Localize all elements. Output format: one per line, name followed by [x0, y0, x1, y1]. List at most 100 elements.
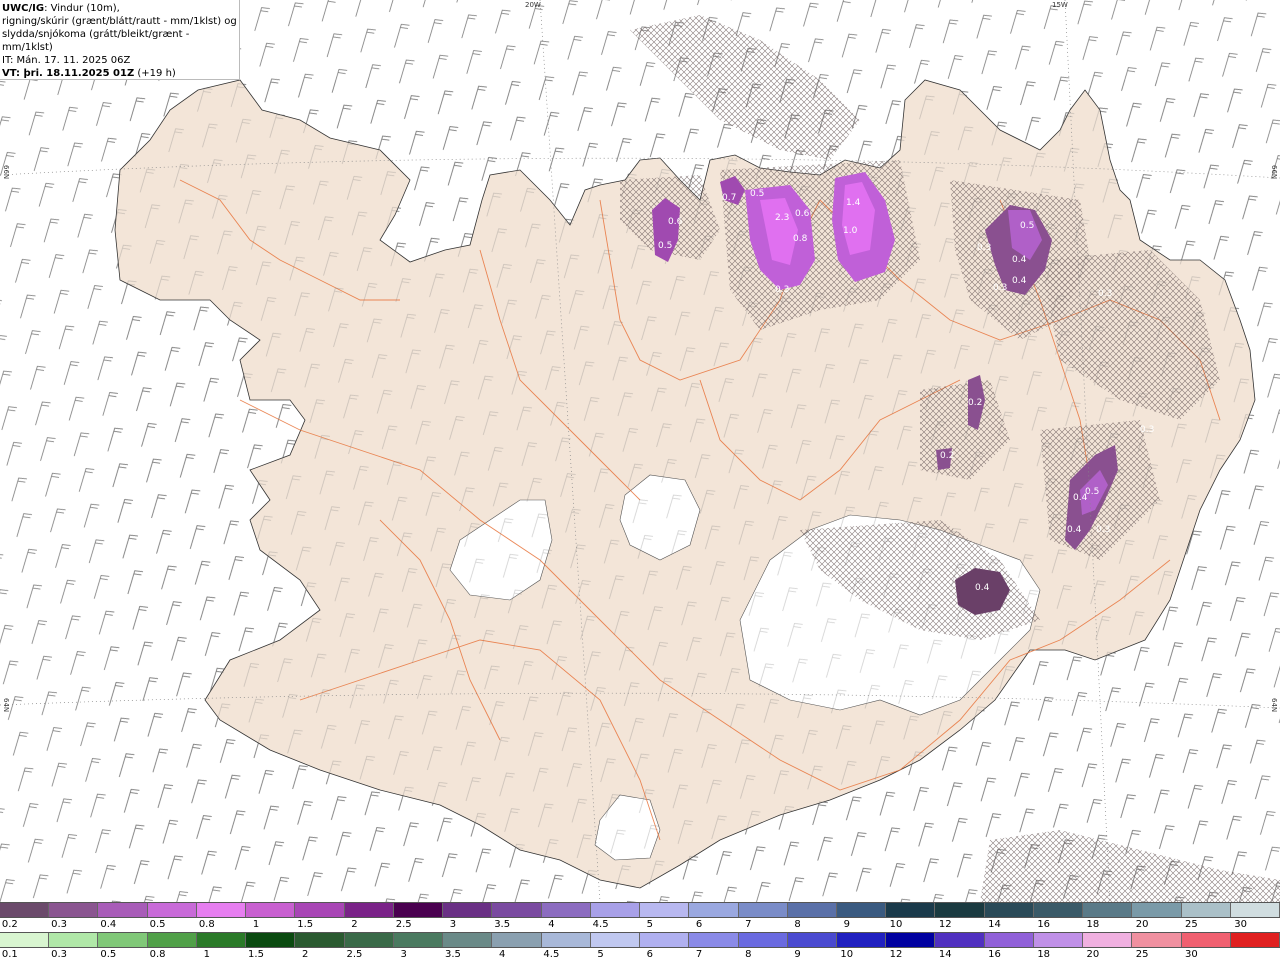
- map-value: 0.6: [795, 209, 810, 219]
- scale-label: 14: [938, 949, 952, 960]
- scale-swatch: [49, 903, 99, 917]
- scale-swatch: [0, 933, 50, 947]
- scale-label: 18: [1086, 919, 1100, 930]
- scale-swatch: [886, 933, 936, 947]
- scale-swatch: [443, 933, 493, 947]
- snow-color-scale: 0.2 0.3 0.4 0.5 0.8 1 1.5 2 2.5 3 3.5 4 4.5 5 6 7 8 9 10 12…: [0, 902, 1280, 932]
- scale-label: 12: [938, 919, 952, 930]
- scale-label: 1: [252, 919, 260, 930]
- scale-label: 0.1: [1, 949, 18, 960]
- scale-label: 12: [889, 949, 903, 960]
- scale-swatch: [344, 933, 394, 947]
- map-value: 0.3: [1096, 525, 1110, 535]
- scale-swatch: [1230, 903, 1280, 917]
- grid-label-64n-right: 64N: [1270, 698, 1278, 713]
- scale-label: 3.5: [494, 919, 511, 930]
- valid-time-prefix: VT:: [2, 68, 24, 79]
- map-value: 0.4: [1012, 255, 1027, 265]
- map-value: 1.4: [846, 198, 861, 208]
- map-value: 0.2: [940, 451, 954, 461]
- scale-swatch: [984, 903, 1034, 917]
- scale-label: 25: [1135, 949, 1149, 960]
- scale-swatch: [1132, 933, 1182, 947]
- scale-label: 16: [1037, 919, 1051, 930]
- scale-swatch: [196, 933, 247, 947]
- scale-swatch: [147, 933, 197, 947]
- scale-swatch: [443, 903, 493, 917]
- scale-label: 5: [646, 919, 654, 930]
- scale-label: 0.5: [100, 949, 117, 960]
- scale-label: 20: [1135, 919, 1149, 930]
- map-value: 0.4: [1067, 525, 1082, 535]
- scale-label: 18: [1037, 949, 1051, 960]
- scale-swatch: [689, 903, 739, 917]
- scale-label: 30: [1185, 949, 1198, 960]
- scale-label: 3.5: [444, 949, 461, 960]
- scale-label: 0.4: [100, 919, 117, 930]
- scale-swatch: [1181, 933, 1231, 947]
- scale-label: 10: [889, 919, 903, 930]
- scale-swatch: [1230, 933, 1280, 947]
- scale-swatch: [295, 903, 345, 917]
- scale-swatch: [689, 933, 739, 947]
- scale-label: 2.5: [346, 949, 363, 960]
- scale-label: 9: [843, 919, 850, 930]
- scale-label: 4: [498, 949, 506, 960]
- scale-swatch: [541, 933, 591, 947]
- scale-swatch: [1083, 903, 1133, 917]
- scale-swatch: [640, 903, 690, 917]
- map-value: 0.5: [1085, 487, 1099, 497]
- map-value: 0.3: [1098, 289, 1112, 299]
- model-name: UWC/IG: [2, 3, 45, 14]
- map-subtitle-snow: slydda/snjókoma (grátt/bleikt/grænt - mm…: [2, 29, 190, 53]
- scale-label: 14: [988, 919, 1001, 930]
- scale-swatch: [1181, 903, 1231, 917]
- scale-label: 2: [351, 919, 358, 930]
- scale-swatch: [836, 933, 887, 947]
- grid-label-20w: 20W: [525, 1, 541, 9]
- map-value: 2.3: [775, 213, 789, 223]
- rain-color-scale: 0.1 0.3 0.5 0.8 1 1.5 2 2.5 3 3.5 4 4.5 5 6 7 8 9 10 12 14 1…: [0, 932, 1280, 962]
- scale-label: 1.5: [248, 949, 264, 960]
- snow-scale-labels: 0.2 0.3 0.4 0.5 0.8 1 1.5 2 2.5 3 3.5 4 4.5 5 6 7 8 9 10 12…: [0, 918, 1280, 932]
- grid-label-66n-left: 66N: [2, 165, 10, 180]
- map-value: 0.2: [968, 398, 982, 408]
- scale-swatch: [590, 903, 641, 917]
- scale-swatch: [1083, 933, 1133, 947]
- scale-label: 25: [1185, 919, 1198, 930]
- scale-swatch: [49, 933, 99, 947]
- scale-swatch: [393, 903, 444, 917]
- grid-label-15w: 15W: [1052, 1, 1068, 9]
- map-title: : Vindur (10m),: [44, 3, 120, 14]
- scale-label: 0.8: [149, 949, 166, 960]
- scale-label: 3: [449, 919, 457, 930]
- scale-label: 30: [1234, 919, 1247, 930]
- scale-label: 7: [695, 949, 703, 960]
- scale-swatch: [196, 903, 247, 917]
- initial-time: IT: Mán. 17. 11. 2025 06Z: [2, 55, 131, 66]
- scale-label: 1: [203, 949, 210, 960]
- map-subtitle-rain: rigning/skúrir (grænt/blátt/rautt - mm/1…: [2, 16, 237, 27]
- scale-label: 16: [988, 949, 1001, 960]
- scale-swatch: [98, 933, 148, 947]
- scale-label: 6: [646, 949, 654, 960]
- map-value: 0.4: [1012, 276, 1027, 286]
- scale-label: 2: [302, 949, 309, 960]
- map-value: 0.6: [668, 217, 683, 227]
- scale-swatch: [787, 903, 837, 917]
- scale-label: 9: [794, 949, 801, 960]
- scale-label: 4.5: [592, 919, 609, 930]
- scale-swatch: [886, 903, 936, 917]
- scale-swatch: [787, 933, 837, 947]
- map-value: 1.0: [843, 226, 858, 236]
- map-value: 0.3: [993, 283, 1007, 293]
- weather-map: 0.6 0.5 0.7 0.5 2.3 0.6 0.8 0.3 1.4 1.0 …: [0, 0, 1280, 902]
- forecast-offset: (+19 h): [134, 68, 176, 79]
- scale-swatch: [640, 933, 690, 947]
- map-value: 0.3: [1140, 425, 1154, 435]
- map-value: 0.4: [975, 583, 990, 593]
- scale-label: 7: [745, 919, 752, 930]
- scale-label: 0.5: [149, 919, 166, 930]
- map-value: 0.3: [977, 243, 991, 253]
- scale-swatch: [295, 933, 345, 947]
